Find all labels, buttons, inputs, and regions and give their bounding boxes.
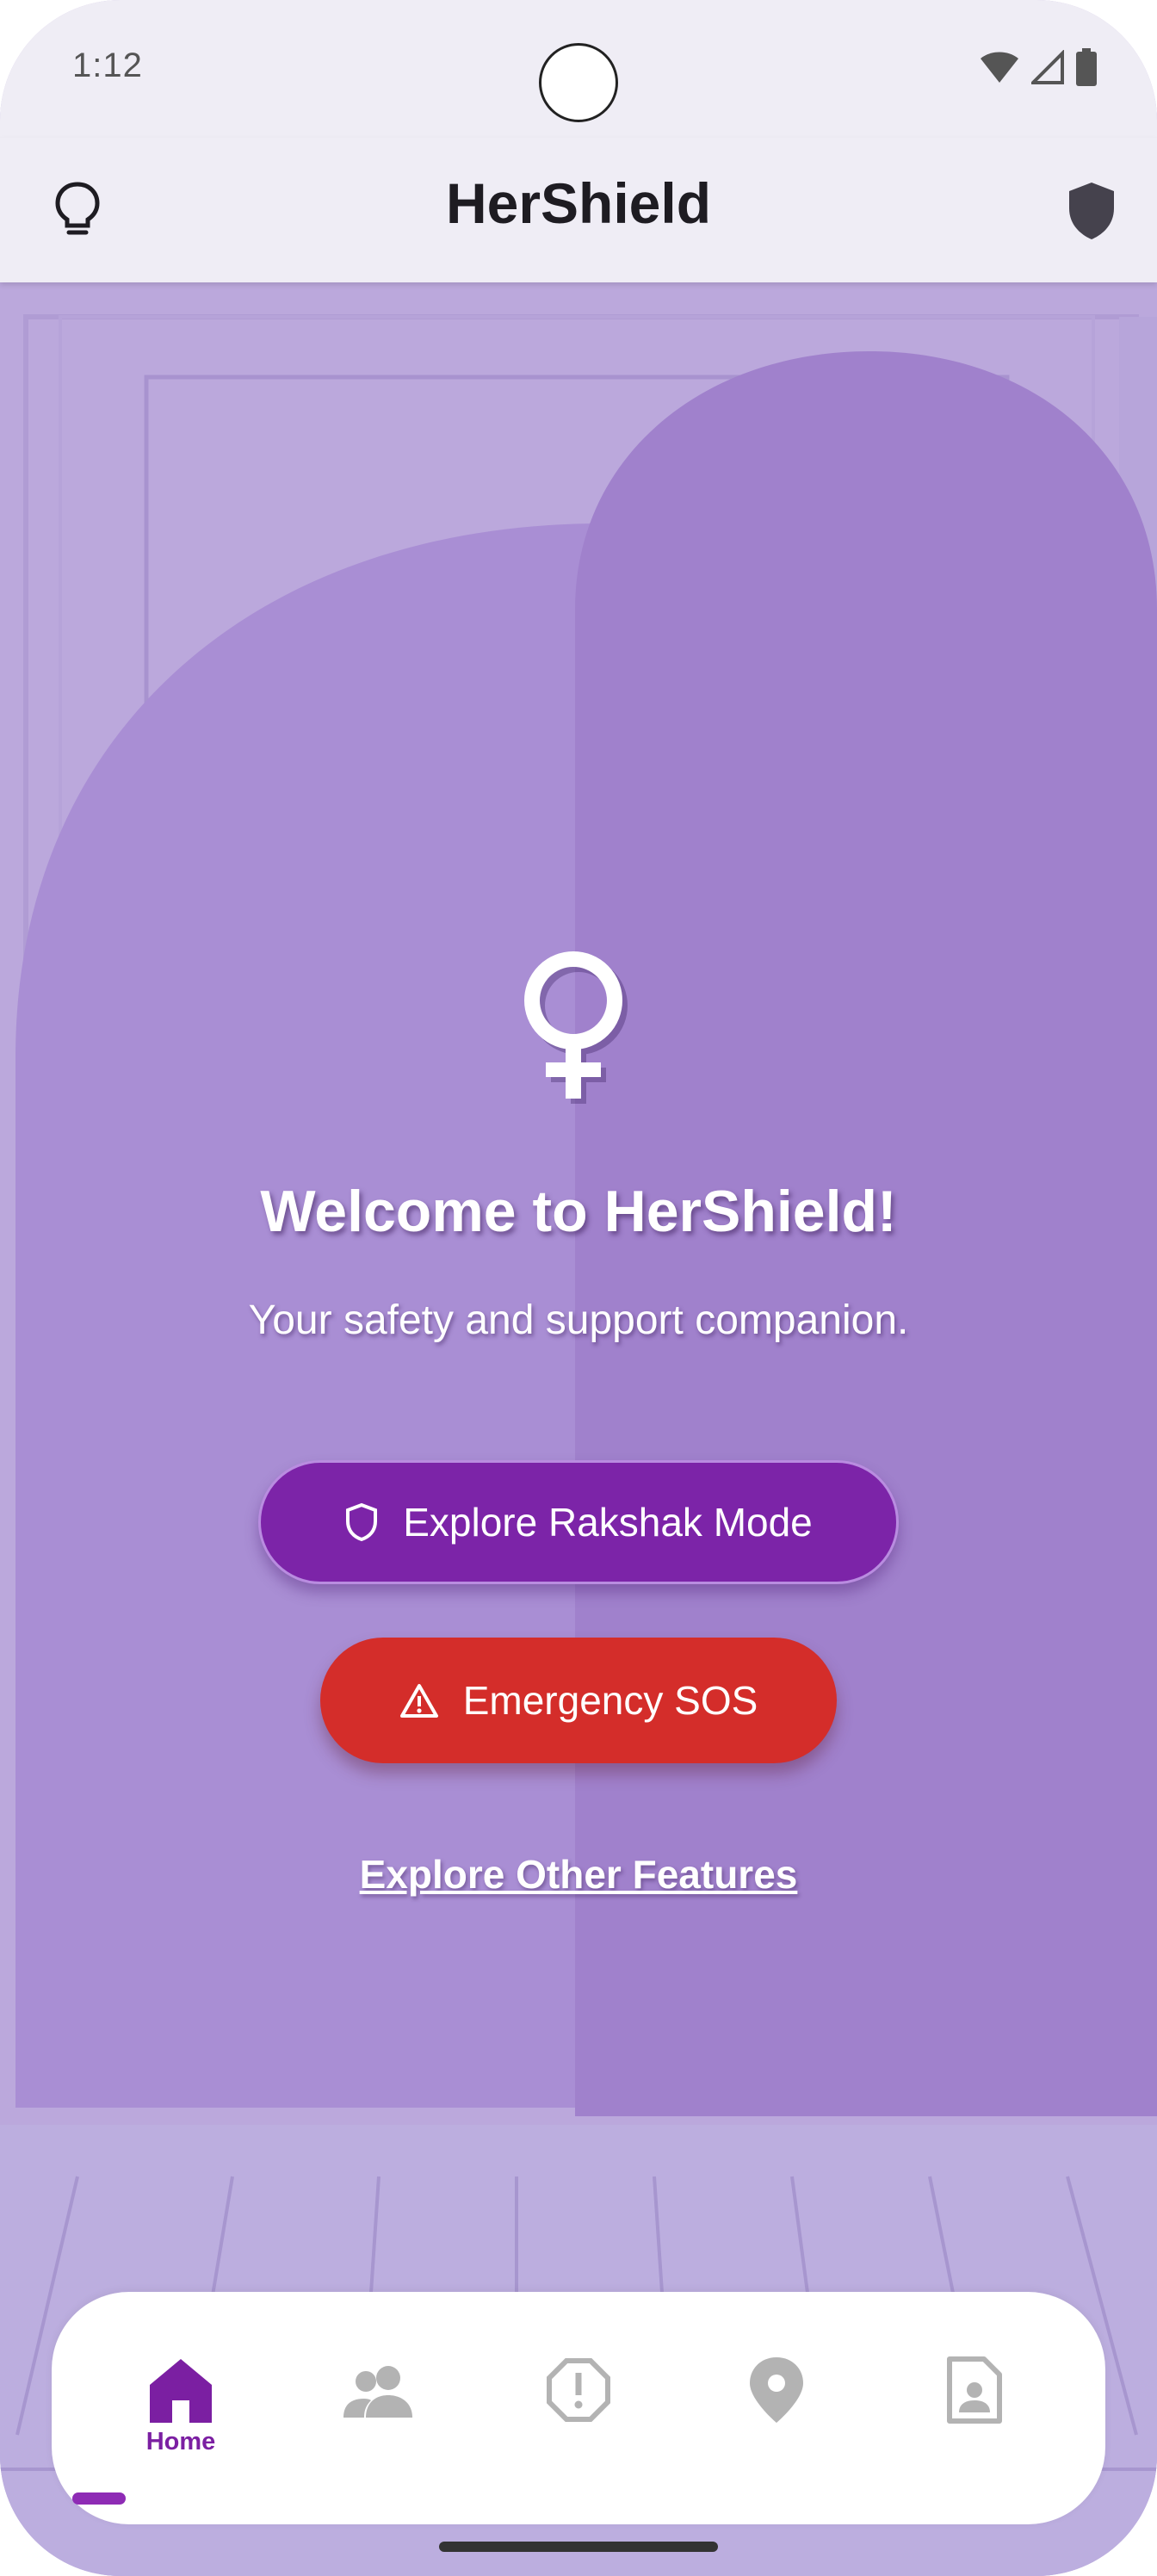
background-illustration bbox=[0, 282, 1157, 2576]
shield-outline-icon bbox=[346, 1502, 378, 1542]
battery-icon bbox=[1076, 48, 1097, 86]
welcome-subtitle: Your safety and support companion. bbox=[248, 1297, 909, 1343]
nav-item-home[interactable]: Home bbox=[95, 2292, 267, 2524]
location-pin-icon bbox=[750, 2357, 803, 2423]
explore-rakshak-label: Explore Rakshak Mode bbox=[403, 1500, 813, 1545]
status-time: 1:12 bbox=[72, 46, 143, 84]
status-icons bbox=[980, 48, 1097, 86]
alert-octagon-icon bbox=[547, 2358, 610, 2422]
nav-item-contacts[interactable] bbox=[888, 2292, 1061, 2524]
shield-icon[interactable] bbox=[1057, 176, 1126, 245]
status-bar: 1:12 bbox=[0, 0, 1157, 138]
emergency-sos-button[interactable]: Emergency SOS bbox=[320, 1638, 837, 1763]
phone-screen: 1:12 HerShield Welcome to HerShield! You… bbox=[0, 0, 1157, 2576]
signal-icon bbox=[1031, 50, 1064, 84]
active-tab-indicator bbox=[72, 2492, 126, 2505]
explore-rakshak-button[interactable]: Explore Rakshak Mode bbox=[258, 1460, 899, 1584]
warning-triangle-icon bbox=[399, 1684, 438, 1718]
nav-item-community[interactable] bbox=[293, 2292, 465, 2524]
wifi-icon bbox=[981, 52, 1018, 83]
explore-other-features-link[interactable]: Explore Other Features bbox=[0, 1851, 1157, 1898]
app-title: HerShield bbox=[445, 171, 712, 235]
contact-card-icon bbox=[947, 2356, 1002, 2424]
camera-cutout bbox=[539, 43, 618, 122]
nav-item-location[interactable] bbox=[690, 2292, 863, 2524]
emergency-sos-label: Emergency SOS bbox=[462, 1678, 758, 1723]
nav-item-alerts[interactable] bbox=[492, 2292, 665, 2524]
gesture-home-bar[interactable] bbox=[439, 2542, 718, 2552]
nav-label-home: Home bbox=[145, 2428, 216, 2455]
people-icon bbox=[343, 2366, 412, 2418]
app-bar: HerShield bbox=[0, 138, 1157, 282]
home-icon bbox=[150, 2359, 212, 2423]
welcome-title: Welcome to HerShield! bbox=[260, 1179, 897, 1244]
venus-symbol-icon bbox=[524, 951, 628, 1104]
bottom-navigation: Home bbox=[52, 2292, 1105, 2524]
